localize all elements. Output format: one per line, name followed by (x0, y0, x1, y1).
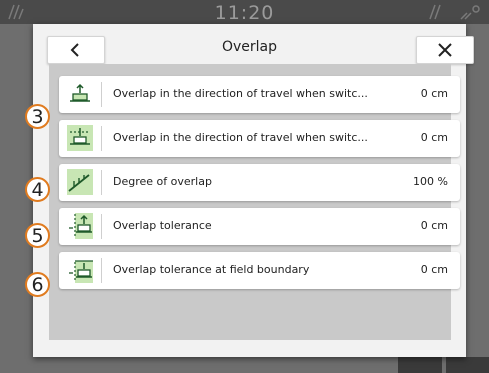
list-item-overlap-travel-on[interactable]: Overlap in the direction of travel when … (59, 76, 460, 113)
signal-icon (429, 4, 441, 20)
row-divider (101, 126, 102, 151)
background-button (446, 357, 489, 373)
close-icon (438, 43, 452, 57)
row-label: Overlap tolerance (113, 219, 212, 232)
status-bar: 11:20 (0, 0, 489, 24)
row-label: Degree of overlap (113, 175, 212, 188)
status-time: 11:20 (214, 2, 275, 24)
callout-4: 4 (25, 177, 50, 202)
callout-6: 6 (25, 272, 50, 297)
row-label: Overlap in the direction of travel when … (113, 87, 368, 100)
overlap-travel-on-icon (67, 83, 93, 105)
row-value: 0 cm (420, 219, 448, 232)
row-divider (101, 82, 102, 107)
overlap-travel-off-icon (67, 125, 93, 151)
gps-icon (460, 5, 480, 20)
background-button (398, 357, 442, 373)
callout-5: 5 (25, 223, 50, 248)
row-value: 0 cm (420, 131, 448, 144)
field-boundary-tolerance-icon (69, 260, 93, 283)
overlap-tolerance-icon (69, 213, 93, 239)
list-item-overlap-tolerance[interactable]: Overlap tolerance 0 cm (59, 208, 460, 245)
close-button[interactable] (416, 36, 474, 64)
dialog-title: Overlap (221, 39, 278, 55)
row-label: Overlap in the direction of travel when … (113, 131, 368, 144)
row-value: 0 cm (420, 87, 448, 100)
callout-3: 3 (25, 104, 50, 129)
list-item-field-boundary-tolerance[interactable]: Overlap tolerance at field boundary 0 cm (59, 252, 460, 289)
row-value: 0 cm (420, 263, 448, 276)
row-value: 100 % (413, 175, 448, 188)
row-divider (101, 214, 102, 239)
row-label: Overlap tolerance at field boundary (113, 263, 310, 276)
degree-of-overlap-icon (67, 169, 93, 195)
row-divider (101, 170, 102, 195)
row-divider (101, 258, 102, 283)
overlap-dialog: Overlap Overlap in the direction of trav… (33, 24, 474, 357)
settings-list: Overlap in the direction of travel when … (49, 64, 460, 340)
list-item-overlap-travel-off[interactable]: Overlap in the direction of travel when … (59, 120, 460, 157)
list-item-degree-of-overlap[interactable]: Degree of overlap 100 % (59, 164, 460, 201)
